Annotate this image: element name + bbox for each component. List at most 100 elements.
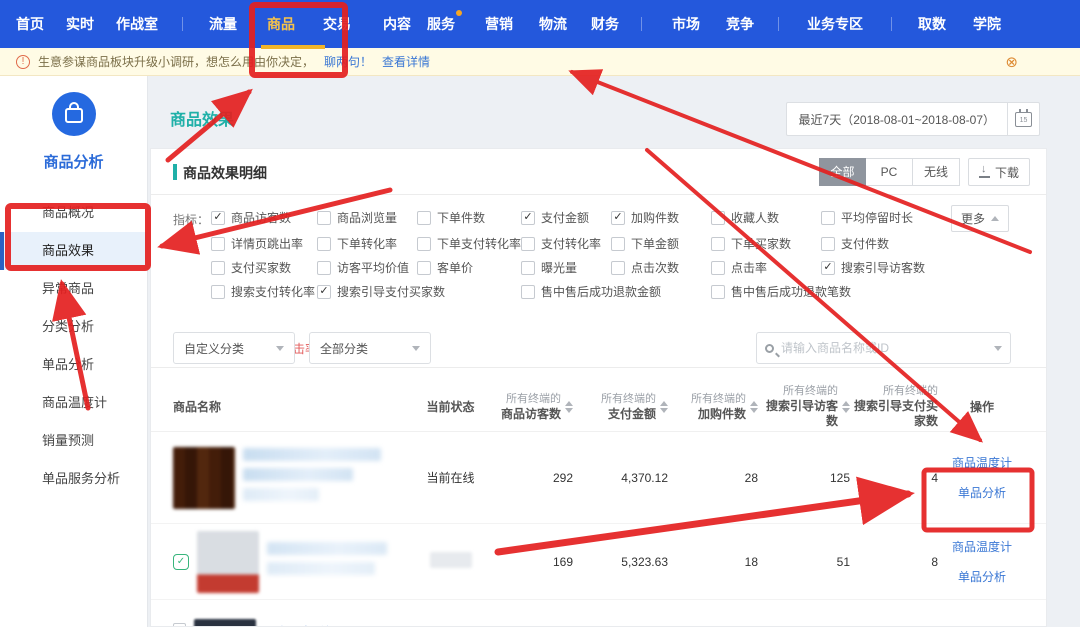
sort-icon[interactable] [660, 401, 668, 413]
checkbox[interactable] [521, 261, 535, 275]
nav-item-business-zone[interactable]: 业务专区 [807, 14, 863, 34]
notice-detail-link[interactable]: 查看详情 [382, 53, 430, 70]
tab-all[interactable]: 全部 [819, 158, 866, 186]
nav-item-competition[interactable]: 竞争 [726, 14, 754, 34]
metric-avg-order-value[interactable]: 客单价 [417, 259, 473, 276]
metric-order-items[interactable]: 下单件数 [417, 209, 485, 226]
checkbox[interactable] [711, 285, 725, 299]
checkbox[interactable]: ✓ [317, 285, 331, 299]
checkbox[interactable] [611, 237, 625, 251]
close-icon[interactable]: ⊗ [1005, 53, 1018, 71]
checkbox[interactable]: ✓ [611, 211, 625, 225]
sidebar-item-single-product-service[interactable]: 单品服务分析 [0, 460, 147, 498]
nav-item-market[interactable]: 市场 [672, 14, 700, 34]
column-cart-items[interactable]: 所有终端的加购件数 [668, 392, 758, 422]
tab-pc[interactable]: PC [866, 158, 913, 186]
metric-click-rate[interactable]: 点击率 [711, 259, 767, 276]
checkbox[interactable]: ✓ [521, 211, 535, 225]
metric-pay-conversion[interactable]: 支付转化率 [521, 235, 601, 252]
nav-item-warroom[interactable]: 作战室 [116, 14, 158, 34]
sidebar-item-product-thermometer[interactable]: 商品温度计 [0, 384, 147, 422]
metric-favorites[interactable]: 收藏人数 [711, 209, 779, 226]
metric-product-visitors[interactable]: ✓商品访客数 [211, 209, 291, 226]
column-product-name[interactable]: 商品名称 [173, 398, 403, 415]
checkbox[interactable] [521, 237, 535, 251]
checkbox[interactable] [211, 237, 225, 251]
metric-payment-amount[interactable]: ✓支付金额 [521, 209, 589, 226]
nav-item-content[interactable]: 内容 [383, 14, 411, 34]
metric-refund-count[interactable]: 售中售后成功退款笔数 [711, 283, 851, 300]
checkbox[interactable] [821, 211, 835, 225]
calendar-icon[interactable]: 15 [1015, 112, 1032, 127]
nav-item-service[interactable]: 服务 [427, 14, 455, 34]
single-product-analysis-link[interactable]: 单品分析 [958, 484, 1006, 501]
metric-impressions[interactable]: 曝光量 [521, 259, 577, 276]
column-current-state[interactable]: 当前状态 [403, 398, 498, 415]
checkbox[interactable] [211, 285, 225, 299]
nav-item-academy[interactable]: 学院 [973, 14, 1001, 34]
metric-order-buyers[interactable]: 下单买家数 [711, 235, 791, 252]
date-range-picker[interactable]: 最近7天（2018-08-01~2018-08-07） 15 [786, 102, 1040, 136]
checkbox[interactable]: ✓ [211, 211, 225, 225]
nav-item-logistics[interactable]: 物流 [539, 14, 567, 34]
search-input[interactable] [781, 341, 994, 355]
sidebar-item-abnormal-product[interactable]: 异常商品 [0, 270, 147, 308]
metric-order-amount[interactable]: 下单金额 [611, 235, 679, 252]
sidebar-item-category-analysis[interactable]: 分类分析 [0, 308, 147, 346]
row-checkbox[interactable] [173, 623, 186, 627]
checkbox[interactable] [611, 261, 625, 275]
column-visitors[interactable]: 所有终端的商品访客数 [498, 392, 573, 422]
checkbox[interactable] [711, 261, 725, 275]
sidebar-item-product-effect[interactable]: 商品效果 [0, 232, 147, 270]
sidebar-item-sales-forecast[interactable]: 销量预测 [0, 422, 147, 460]
checkbox[interactable] [417, 211, 431, 225]
metric-search-pay-conversion[interactable]: 搜索支付转化率 [211, 283, 315, 300]
column-search-pay-buyers[interactable]: 所有终端的搜索引导支付买家数 [850, 384, 938, 429]
metric-pay-buyers[interactable]: 支付买家数 [211, 259, 291, 276]
metric-pay-items[interactable]: 支付件数 [821, 235, 889, 252]
notice-action-link[interactable]: 聊两句！ [324, 53, 372, 70]
checkbox[interactable] [711, 237, 725, 251]
metric-search-guided-pay-buyers[interactable]: ✓搜索引导支付买家数 [317, 283, 445, 300]
checkbox[interactable] [317, 211, 331, 225]
download-button[interactable]: 下载 [968, 158, 1030, 186]
checkbox[interactable] [211, 261, 225, 275]
sort-icon[interactable] [750, 401, 758, 413]
checkbox[interactable] [317, 237, 331, 251]
metric-cart-items[interactable]: ✓加购件数 [611, 209, 679, 226]
metric-visitor-avg-value[interactable]: 访客平均价值 [317, 259, 409, 276]
nav-item-product[interactable]: 商品 [267, 14, 295, 34]
checkbox[interactable]: ✓ [821, 261, 835, 275]
metric-order-pay-conversion[interactable]: 下单支付转化率 [417, 235, 521, 252]
metric-clicks[interactable]: 点击次数 [611, 259, 679, 276]
product-name-link[interactable]: …商用电暖气5000W… [264, 623, 386, 627]
nav-item-home[interactable]: 首页 [16, 14, 44, 34]
nav-item-finance[interactable]: 财务 [591, 14, 619, 34]
custom-category-select[interactable]: 自定义分类 [173, 332, 295, 364]
metric-refund-amount[interactable]: 售中售后成功退款金额 [521, 283, 661, 300]
checkbox[interactable] [417, 237, 431, 251]
column-search-visitors[interactable]: 所有终端的搜索引导访客数 [758, 384, 850, 429]
metric-search-guided-visitors[interactable]: ✓搜索引导访客数 [821, 259, 925, 276]
metric-detail-bounce-rate[interactable]: 详情页跳出率 [211, 235, 303, 252]
product-cell[interactable]: …商用电暖气5000W… [173, 615, 403, 627]
checkbox[interactable] [711, 211, 725, 225]
product-cell[interactable] [173, 447, 403, 509]
nav-item-trade[interactable]: 交易 [323, 14, 351, 34]
nav-item-marketing[interactable]: 营销 [485, 14, 513, 34]
nav-item-realtime[interactable]: 实时 [66, 14, 94, 34]
metric-order-conversion[interactable]: 下单转化率 [317, 235, 397, 252]
metric-avg-stay-time[interactable]: 平均停留时长 [821, 209, 913, 226]
sidebar-item-product-overview[interactable]: 商品概况 [0, 194, 147, 232]
column-payment[interactable]: 所有终端的支付金额 [573, 392, 668, 422]
product-thermometer-link[interactable]: 商品温度计 [952, 454, 1012, 471]
metric-product-views[interactable]: 商品浏览量 [317, 209, 397, 226]
nav-item-traffic[interactable]: 流量 [209, 14, 237, 34]
checkbox[interactable] [317, 261, 331, 275]
checkbox[interactable] [417, 261, 431, 275]
all-category-select[interactable]: 全部分类 [309, 332, 431, 364]
sort-icon[interactable] [842, 401, 850, 413]
checkbox[interactable] [821, 237, 835, 251]
sort-icon[interactable] [565, 401, 573, 413]
single-product-analysis-link[interactable]: 单品分析 [958, 568, 1006, 585]
